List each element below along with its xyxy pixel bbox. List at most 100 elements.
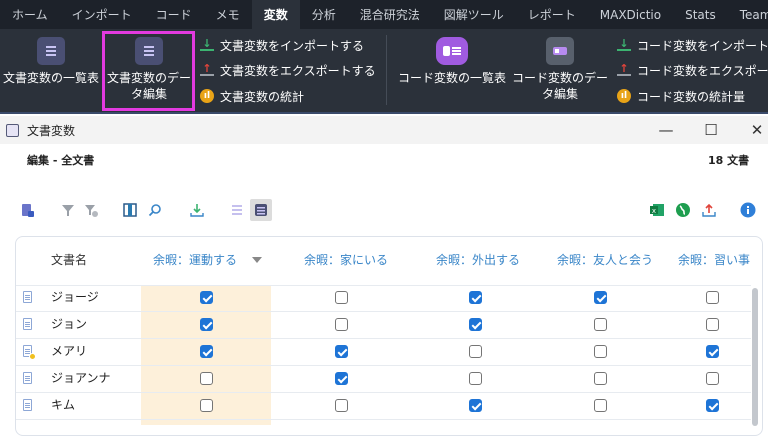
variable-checkbox[interactable] — [706, 291, 719, 304]
code-stats-button[interactable]: ıl コード変数の統計量 — [617, 88, 745, 104]
column-header-stay-home[interactable]: 余暇：家にいる — [304, 248, 388, 272]
tab-maxdictio[interactable]: MAXDictio — [588, 0, 673, 29]
variable-checkbox[interactable] — [335, 318, 348, 331]
funnel-icon[interactable] — [57, 199, 79, 221]
variable-checkbox[interactable] — [469, 372, 482, 385]
code-stats-label: コード変数の統計量 — [637, 89, 746, 104]
column-header-docname[interactable]: 文書名 — [51, 248, 87, 272]
download-icon: ↓ — [200, 38, 214, 51]
column-header-meet-friends[interactable]: 余暇：友人と会う — [557, 248, 653, 272]
variable-checkbox[interactable] — [469, 318, 482, 331]
document-filter-icon[interactable] — [16, 199, 38, 221]
export-icon[interactable] — [698, 199, 720, 221]
variable-checkbox[interactable] — [200, 372, 213, 385]
menu-bar: ホーム インポート コード メモ 変数 分析 混合研究法 図解ツール レポート … — [0, 0, 768, 29]
variable-checkbox[interactable] — [335, 372, 348, 385]
doc-stats-label: 文書変数の統計 — [220, 89, 305, 104]
window-doc-icon — [6, 123, 19, 137]
variable-checkbox[interactable] — [706, 399, 719, 412]
column-header-go-out[interactable]: 余暇：外出する — [436, 248, 520, 272]
doc-import-label: 文書変数をインポートする — [220, 38, 365, 53]
variable-checkbox[interactable] — [335, 291, 348, 304]
tab-reports[interactable]: レポート — [516, 0, 588, 29]
upload-icon: ↑ — [200, 63, 214, 76]
tab-import[interactable]: インポート — [60, 0, 144, 29]
code-import-button[interactable]: ↓ コード変数をインポート — [617, 37, 768, 53]
tab-home[interactable]: ホーム — [0, 0, 60, 29]
maximize-button[interactable]: ☐ — [688, 116, 734, 144]
variable-checkbox[interactable] — [335, 345, 348, 358]
variable-checkbox[interactable] — [200, 399, 213, 412]
tab-stats[interactable]: Stats — [673, 0, 728, 29]
import-icon[interactable] — [186, 199, 208, 221]
tab-codes[interactable]: コード — [144, 0, 204, 29]
columns-icon[interactable] — [119, 199, 141, 221]
variable-checkbox[interactable] — [594, 345, 607, 358]
row-divider — [16, 311, 751, 312]
code-vars-edit-label-1: コード変数のデー — [512, 71, 609, 85]
variable-checkbox[interactable] — [706, 345, 719, 358]
variable-checkbox[interactable] — [469, 345, 482, 358]
variable-checkbox[interactable] — [335, 399, 348, 412]
variable-checkbox[interactable] — [200, 291, 213, 304]
code-import-label: コード変数をインポート — [637, 38, 768, 53]
code-list-icon — [436, 37, 468, 65]
doc-export-button[interactable]: ↑ 文書変数をエクスポートする — [200, 62, 376, 78]
variable-checkbox[interactable] — [200, 345, 213, 358]
subheader-scope: 編集 - 全文書 — [27, 154, 95, 167]
code-export-button[interactable]: ↑ コード変数をエクスポー — [617, 62, 768, 78]
row-divider — [16, 365, 751, 366]
variable-checkbox[interactable] — [469, 399, 482, 412]
selection-highlight — [102, 31, 195, 111]
column-header-exercise[interactable]: 余暇：運動する — [153, 248, 237, 272]
tab-visual-tools[interactable]: 図解ツール — [432, 0, 516, 29]
document-count: 18 文書 — [708, 154, 750, 167]
row-divider — [16, 419, 751, 420]
code-vars-edit-button[interactable]: コード変数のデー タ編集 — [512, 33, 608, 102]
code-vars-list-button[interactable]: コード変数の一覧表 — [394, 33, 510, 86]
doc-vars-list-label: 文書変数の一覧表 — [2, 71, 99, 85]
code-export-label: コード変数をエクスポー — [637, 63, 768, 78]
doc-import-button[interactable]: ↓ 文書変数をインポートする — [200, 37, 364, 53]
variable-checkbox[interactable] — [706, 372, 719, 385]
clear-filter-icon[interactable] — [80, 199, 102, 221]
tab-teamcloud[interactable]: TeamC — [728, 0, 768, 29]
variable-checkbox[interactable] — [594, 318, 607, 331]
tab-memos[interactable]: メモ — [204, 0, 252, 29]
globe-icon[interactable] — [672, 199, 694, 221]
search-icon[interactable] — [144, 199, 166, 221]
doc-export-label: 文書変数をエクスポートする — [220, 63, 376, 78]
code-vars-edit-label-2: タ編集 — [541, 87, 578, 101]
header-divider — [16, 285, 751, 286]
doc-vars-list-button[interactable]: 文書変数の一覧表 — [2, 33, 100, 86]
info-icon[interactable] — [737, 199, 759, 221]
stats-icon: ıl — [200, 89, 214, 103]
variable-checkbox[interactable] — [594, 291, 607, 304]
vertical-scrollbar[interactable] — [751, 285, 759, 426]
doc-stats-button[interactable]: ıl 文書変数の統計 — [200, 88, 304, 104]
sort-desc-icon[interactable] — [252, 257, 262, 263]
variable-checkbox[interactable] — [594, 372, 607, 385]
variable-checkbox[interactable] — [594, 399, 607, 412]
row-document-name: ジョージ — [51, 290, 99, 304]
stats-icon: ıl — [617, 89, 631, 103]
variable-checkbox[interactable] — [469, 291, 482, 304]
column-header-lessons[interactable]: 余暇：習い事 — [678, 248, 750, 272]
scrollbar-thumb[interactable] — [752, 288, 758, 426]
close-button[interactable]: ✕ — [734, 116, 768, 144]
minimize-button[interactable]: — — [643, 116, 689, 144]
excel-icon[interactable]: x — [646, 199, 668, 221]
doc-edit-icon[interactable] — [250, 199, 272, 221]
row-document-name: キム — [51, 398, 76, 412]
tab-analysis[interactable]: 分析 — [300, 0, 348, 29]
document-icon — [23, 318, 32, 330]
variable-checkbox[interactable] — [706, 318, 719, 331]
document-memo-icon — [23, 345, 36, 360]
tab-mixed-methods[interactable]: 混合研究法 — [348, 0, 432, 29]
row-divider — [16, 392, 751, 393]
tab-variables[interactable]: 変数 — [251, 0, 300, 29]
row-document-name: メアリ — [51, 344, 88, 358]
variable-checkbox[interactable] — [200, 318, 213, 331]
doc-list-icon[interactable] — [226, 199, 248, 221]
download-icon: ↓ — [617, 38, 631, 51]
